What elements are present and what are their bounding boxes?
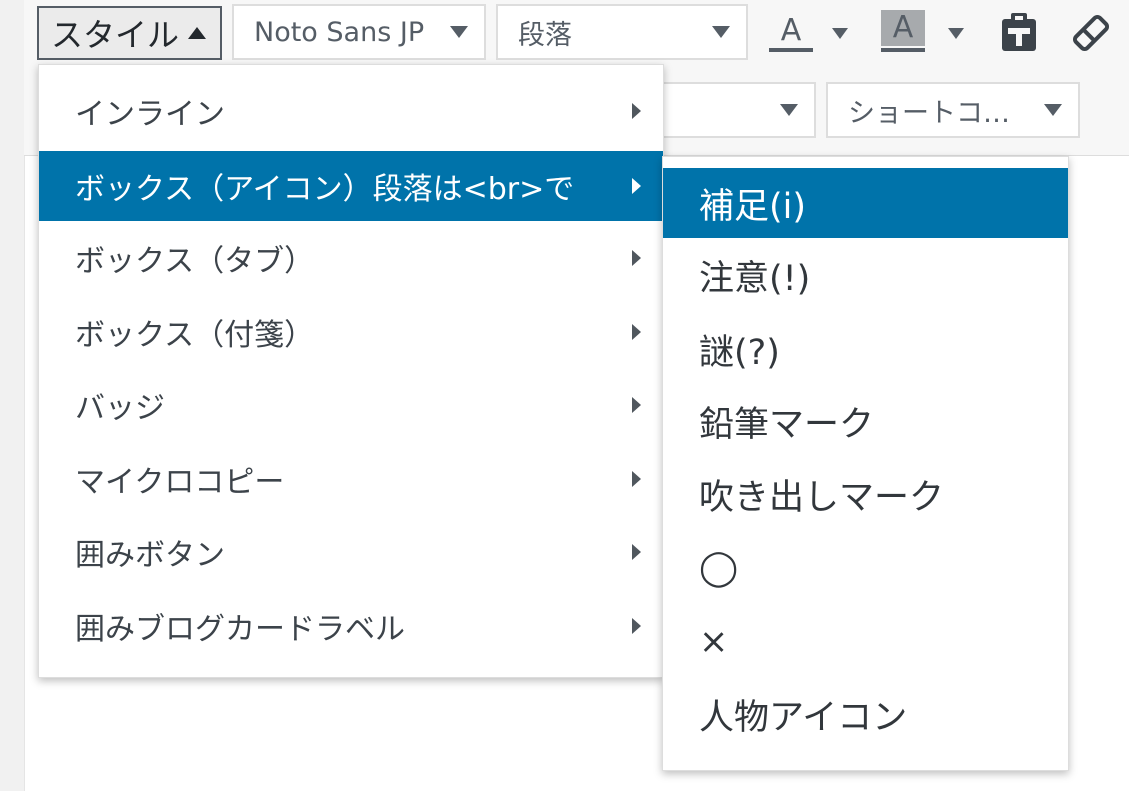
font-size-dropdown[interactable]	[640, 82, 816, 138]
paste-text-button[interactable]	[998, 10, 1040, 54]
menu-item-label: 囲みブログカードラベル	[75, 612, 405, 647]
chevron-right-icon	[632, 397, 641, 413]
menu-item-box-tab[interactable]: ボックス（タブ）	[39, 223, 663, 293]
font-family-dropdown[interactable]: Noto Sans JP	[232, 4, 486, 60]
style-menu: インライン ボックス（アイコン）段落は<br>で ボックス（タブ） ボックス（付…	[38, 64, 664, 678]
submenu-item-label: ×	[699, 622, 729, 662]
background-color-caret-icon[interactable]	[948, 28, 964, 39]
submenu-item-supplement[interactable]: 補足(i)	[663, 168, 1068, 238]
submenu-item-cross[interactable]: ×	[663, 607, 1068, 677]
submenu-item-pencil[interactable]: 鉛筆マーク	[663, 386, 1068, 456]
chevron-right-icon	[632, 544, 641, 560]
menu-item-label: ボックス（アイコン）段落は<br>で	[75, 172, 575, 207]
font-family-label: Noto Sans JP	[254, 16, 425, 48]
chevron-right-icon	[632, 250, 641, 266]
submenu-item-mystery[interactable]: 謎(?)	[663, 314, 1068, 384]
menu-item-label: 囲みボタン	[75, 538, 225, 573]
submenu-item-label: 鉛筆マーク	[699, 404, 875, 445]
submenu-item-label: 注意(!)	[699, 258, 811, 299]
menu-item-badge[interactable]: バッジ	[39, 370, 663, 440]
submenu-item-caution[interactable]: 注意(!)	[663, 240, 1068, 310]
submenu-item-label: 補足(i)	[699, 186, 807, 227]
text-color-swatch	[769, 48, 813, 52]
shortcode-label: ショートコ…	[848, 97, 1010, 129]
style-dropdown-label: スタイル	[51, 16, 180, 54]
chevron-right-icon	[632, 324, 641, 340]
submenu-item-label: 人物アイコン	[699, 697, 908, 738]
format-label: 段落	[518, 19, 572, 51]
submenu-item-label: ◯	[699, 548, 739, 588]
shortcode-dropdown[interactable]: ショートコ…	[826, 82, 1080, 138]
style-dropdown-button[interactable]: スタイル	[37, 6, 222, 60]
menu-item-microcopy[interactable]: マイクロコピー	[39, 444, 663, 514]
eraser-icon	[1072, 14, 1110, 52]
editor-left-gutter	[0, 0, 25, 791]
background-color-swatch	[881, 48, 925, 52]
caret-up-icon	[188, 27, 206, 39]
text-color-button[interactable]: A	[760, 8, 822, 60]
format-dropdown[interactable]: 段落	[496, 4, 748, 60]
submenu-item-speech-bubble[interactable]: 吹き出しマーク	[663, 459, 1068, 529]
submenu-item-person-icon[interactable]: 人物アイコン	[663, 679, 1068, 749]
submenu-item-label: 謎(?)	[699, 332, 780, 373]
menu-item-label: ボックス（付箋）	[75, 318, 315, 353]
menu-item-box-sticky[interactable]: ボックス（付箋）	[39, 297, 663, 367]
menu-item-inline[interactable]: インライン	[39, 76, 663, 146]
chevron-right-icon	[632, 178, 641, 194]
background-color-button[interactable]: A	[878, 8, 928, 54]
text-color-icon: A	[780, 13, 802, 48]
background-color-icon: A	[881, 10, 925, 46]
box-icon-submenu: 補足(i) 注意(!) 謎(?) 鉛筆マーク 吹き出しマーク ◯ × 人物アイコ…	[662, 156, 1069, 771]
caret-down-icon	[450, 26, 468, 38]
caret-down-icon	[780, 104, 798, 116]
chevron-right-icon	[632, 103, 641, 119]
text-color-caret-icon[interactable]	[832, 28, 848, 39]
menu-item-label: マイクロコピー	[75, 465, 285, 500]
clear-formatting-button[interactable]	[1068, 10, 1114, 56]
menu-item-enclosed-button[interactable]: 囲みボタン	[39, 517, 663, 587]
menu-item-box-icon[interactable]: ボックス（アイコン）段落は<br>で	[39, 151, 663, 221]
chevron-right-icon	[632, 618, 641, 634]
clipboard-icon	[1002, 13, 1036, 51]
menu-item-label: ボックス（タブ）	[75, 244, 315, 279]
menu-item-label: インライン	[75, 97, 225, 132]
caret-down-icon	[712, 26, 730, 38]
chevron-right-icon	[632, 471, 641, 487]
menu-item-label: バッジ	[75, 391, 165, 426]
caret-down-icon	[1044, 104, 1062, 116]
menu-item-blogcard-label[interactable]: 囲みブログカードラベル	[39, 591, 663, 661]
submenu-item-circle[interactable]: ◯	[663, 533, 1068, 603]
submenu-item-label: 吹き出しマーク	[699, 477, 945, 518]
